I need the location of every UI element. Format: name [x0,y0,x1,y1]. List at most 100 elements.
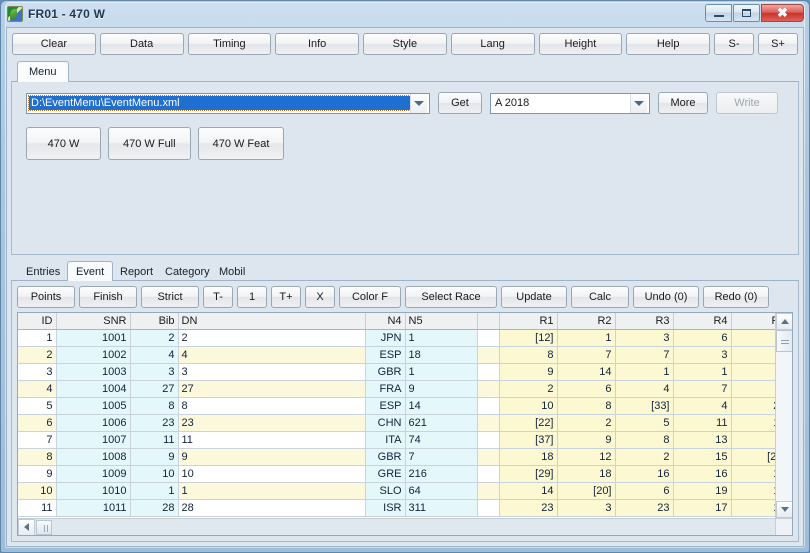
cell-r4[interactable]: 3 [673,346,731,363]
finish-button[interactable]: Finish [79,286,137,308]
cell-id[interactable]: 11 [18,499,56,516]
cell-id[interactable]: 1 [18,329,56,346]
cell-n5[interactable]: 7 [405,448,477,465]
points-button[interactable]: Points [17,286,75,308]
table-row[interactable]: 1100122JPN1[12]1362 [18,329,775,346]
cell-r1[interactable]: 18 [499,448,557,465]
clear-button[interactable]: Clear [12,33,96,55]
cell-r5[interactable]: 22 [731,397,775,414]
style-button[interactable]: Style [363,33,447,55]
cell-r5[interactable]: 2 [731,329,775,346]
cell-bib[interactable]: 27 [130,380,178,397]
cell-r2[interactable]: 3 [557,499,615,516]
lang-button[interactable]: Lang [451,33,535,55]
cell-r2[interactable]: 7 [557,346,615,363]
cell-snr[interactable]: 1003 [56,363,130,380]
cell-bib[interactable]: 2 [130,329,178,346]
strict-button[interactable]: Strict [141,286,199,308]
table-row[interactable]: 610062323CHN621[22]251118 [18,414,775,431]
cell-r5[interactable]: 12 [731,465,775,482]
cell-pad[interactable] [477,363,499,380]
cell-r3[interactable]: 4 [615,380,673,397]
cell-r3[interactable]: 16 [615,465,673,482]
cell-r1[interactable]: 2 [499,380,557,397]
cell-r5[interactable]: 18 [731,414,775,431]
timing-button[interactable]: Timing [188,33,272,55]
calc-button[interactable]: Calc [571,286,629,308]
cell-bib[interactable]: 1 [130,482,178,499]
column-header-r5[interactable]: R5 [731,313,775,329]
cell-pad[interactable] [477,482,499,499]
table-row[interactable]: 8100899GBR71812215[24] [18,448,775,465]
select-race-button[interactable]: Select Race [405,286,497,308]
cell-r2[interactable]: 9 [557,431,615,448]
cell-r2[interactable]: 18 [557,465,615,482]
cell-bib[interactable]: 10 [130,465,178,482]
cell-r5[interactable]: 5 [731,363,775,380]
cell-r3[interactable]: 3 [615,329,673,346]
cell-n4[interactable]: ESP [365,346,405,363]
cell-snr[interactable]: 1011 [56,499,130,516]
cell-pad[interactable] [477,414,499,431]
column-header-bib[interactable]: Bib [130,313,178,329]
tab-mobil[interactable]: Mobil [210,261,254,281]
season-combobox[interactable]: A 2018 [490,93,650,114]
cell-r2[interactable]: 14 [557,363,615,380]
column-header-snr[interactable]: SNR [56,313,130,329]
column-header-dn[interactable]: DN [178,313,365,329]
preset-470-w-full[interactable]: 470 W Full [108,127,191,160]
column-header-id[interactable]: ID [18,313,56,329]
cell-snr[interactable]: 1001 [56,329,130,346]
table-row[interactable]: 2100244ESP1887736 [18,346,775,363]
cell-r1[interactable]: 10 [499,397,557,414]
season-dropdown-arrow[interactable] [630,94,647,113]
cell-r2[interactable]: 6 [557,380,615,397]
cell-dn[interactable]: 27 [178,380,365,397]
time-plus-button[interactable]: T+ [271,286,301,308]
table-row[interactable]: 1110112828ISR311233231717 [18,499,775,516]
cell-r1[interactable]: 9 [499,363,557,380]
cell-r3[interactable]: 5 [615,414,673,431]
table-row[interactable]: 5100588ESP14108[33]422 [18,397,775,414]
cell-n5[interactable]: 1 [405,363,477,380]
cell-r4[interactable]: 1 [673,363,731,380]
cell-r1[interactable]: 8 [499,346,557,363]
cell-r1[interactable]: [29] [499,465,557,482]
cell-r5[interactable]: 6 [731,346,775,363]
horizontal-scroll-thumb[interactable] [36,520,52,535]
cell-r1[interactable]: [37] [499,431,557,448]
redo-button[interactable]: Redo (0) [703,286,769,308]
cell-pad[interactable] [477,499,499,516]
cell-dn[interactable]: 9 [178,448,365,465]
column-header-n4[interactable]: N4 [365,313,405,329]
cell-r3[interactable]: 7 [615,346,673,363]
file-path-dropdown-arrow[interactable] [410,94,427,113]
table-row[interactable]: 410042727FRA926478 [18,380,775,397]
cell-r1[interactable]: 23 [499,499,557,516]
cell-n4[interactable]: ITA [365,431,405,448]
cell-n5[interactable]: 621 [405,414,477,431]
cell-n4[interactable]: ISR [365,499,405,516]
size-decrease-button[interactable]: S- [714,33,754,55]
cell-dn[interactable]: 28 [178,499,365,516]
cell-pad[interactable] [477,329,499,346]
cell-bib[interactable]: 9 [130,448,178,465]
minimize-button[interactable] [705,4,732,22]
cell-dn[interactable]: 1 [178,482,365,499]
file-path-combobox[interactable]: D:\EventMenu\EventMenu.xml [26,93,430,114]
cell-id[interactable]: 6 [18,414,56,431]
column-header-r3[interactable]: R3 [615,313,673,329]
preset-470-w[interactable]: 470 W [26,127,101,160]
cell-r4[interactable]: 16 [673,465,731,482]
get-button[interactable]: Get [438,92,482,114]
cell-pad[interactable] [477,431,499,448]
cell-r4[interactable]: 13 [673,431,731,448]
size-increase-button[interactable]: S+ [758,33,798,55]
info-button[interactable]: Info [275,33,359,55]
cell-r1[interactable]: 14 [499,482,557,499]
tab-menu[interactable]: Menu [17,61,69,82]
cell-n4[interactable]: CHN [365,414,405,431]
horizontal-scrollbar[interactable] [18,518,792,535]
cell-id[interactable]: 3 [18,363,56,380]
cell-r3[interactable]: 6 [615,482,673,499]
